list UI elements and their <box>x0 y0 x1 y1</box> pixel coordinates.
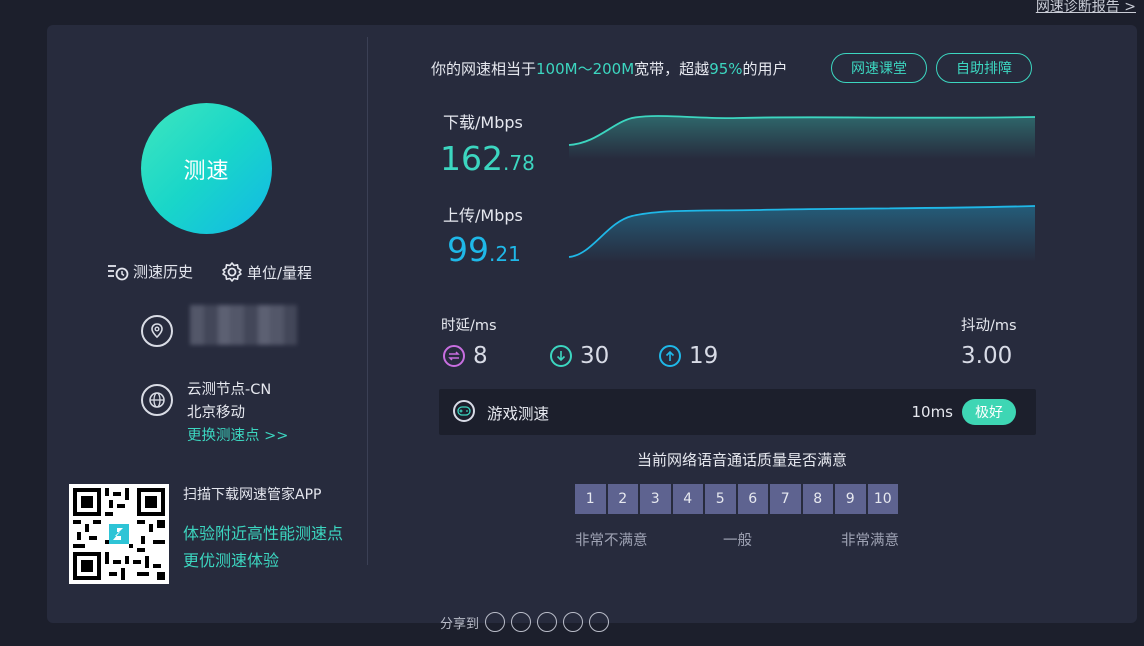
game-quality-badge: 极好 <box>962 399 1016 425</box>
self-troubleshoot-label: 自助排障 <box>956 61 1012 77</box>
rating-button-2[interactable]: 2 <box>607 484 638 514</box>
arrow-up-icon <box>659 345 681 367</box>
qr-benefit-1: 体验附近高性能测速点 <box>183 524 344 543</box>
redacted-ip <box>190 305 297 345</box>
call-quality-question: 当前网络语音通话质量是否满意 <box>637 451 848 469</box>
download-int: 162 <box>440 139 503 178</box>
jitter-label: 抖动/ms <box>961 318 1017 334</box>
download-area <box>569 115 1035 159</box>
ping-value: 8 <box>473 343 488 369</box>
rating-button-1[interactable]: 1 <box>575 484 606 514</box>
share-wechat-icon[interactable] <box>485 612 506 632</box>
location-icon <box>141 315 173 347</box>
speed-course-label: 网速课堂 <box>851 61 907 77</box>
download-chart <box>568 115 1036 159</box>
upload-latency-metric: 19 <box>659 343 718 369</box>
upload-latency-value: 19 <box>689 343 719 369</box>
download-dec: .78 <box>503 151 535 175</box>
latency-label: 时延/ms <box>441 318 497 334</box>
globe-icon <box>141 384 173 416</box>
download-latency-value: 30 <box>580 343 610 369</box>
self-troubleshoot-button[interactable]: 自助排障 <box>936 53 1032 83</box>
unit-range-label: 单位/量程 <box>247 263 313 282</box>
upload-chart <box>568 205 1036 262</box>
jitter-value: 3.00 <box>961 343 1013 369</box>
rating-mid-label: 一般 <box>723 533 752 549</box>
summary-suffix: 的用户 <box>742 60 788 78</box>
qr-benefit-2: 更优测速体验 <box>183 551 280 570</box>
ping-metric: 8 <box>443 343 488 369</box>
summary-range: 100M～200M <box>536 60 635 78</box>
download-label: 下载/Mbps <box>443 113 523 132</box>
test-node-info: 云测节点-CN 北京移动 更换测速点 >> <box>187 379 288 448</box>
summary-prefix: 你的网速相当于 <box>431 60 537 78</box>
share-more-icon[interactable] <box>589 612 610 632</box>
history-label: 测速历史 <box>133 263 194 281</box>
diagnosis-report-link[interactable]: 网速诊断报告 > <box>1036 0 1136 16</box>
game-latency-value: 10ms <box>911 403 953 421</box>
summary-percent: 95% <box>709 60 743 78</box>
node-isp: 北京移动 <box>187 405 245 421</box>
rating-button-8[interactable]: 8 <box>802 484 833 514</box>
upload-label: 上传/Mbps <box>443 206 523 225</box>
upload-value: 99.21 <box>447 230 521 269</box>
history-button[interactable]: 测速历史 <box>107 261 193 282</box>
history-icon <box>108 264 129 280</box>
start-speedtest-button[interactable]: 测速 <box>141 103 272 234</box>
call-quality-rating: 1 2 3 4 5 6 7 8 9 10 <box>575 484 898 514</box>
rating-button-10[interactable]: 10 <box>867 484 898 514</box>
rating-low-label: 非常不满意 <box>575 533 648 549</box>
qr-caption: 扫描下载网速管家APP <box>183 487 322 503</box>
column-divider <box>367 37 368 565</box>
summary-mid: 宽带，超越 <box>634 60 710 78</box>
rating-button-7[interactable]: 7 <box>770 484 801 514</box>
unit-range-button[interactable]: 单位/量程 <box>221 261 312 283</box>
change-node-link[interactable]: 更换测速点 >> <box>187 425 288 448</box>
gear-icon <box>222 262 242 282</box>
arrow-down-icon <box>550 345 572 367</box>
game-speedtest-label: 游戏测速 <box>487 405 550 423</box>
rating-high-label: 非常满意 <box>841 533 899 549</box>
rating-button-9[interactable]: 9 <box>835 484 866 514</box>
share-label: 分享到 <box>440 616 480 632</box>
upload-int: 99 <box>447 230 489 269</box>
speedtest-panel: 测速 测速历史 单位/量程 云测节点-CN 北京移动 更换测速点 >> 扫描下载… <box>47 25 1137 623</box>
rating-button-3[interactable]: 3 <box>640 484 671 514</box>
share-qzone-icon[interactable] <box>537 612 558 632</box>
download-value: 162.78 <box>440 139 535 178</box>
speed-course-button[interactable]: 网速课堂 <box>831 53 927 83</box>
rating-button-4[interactable]: 4 <box>672 484 703 514</box>
qr-benefits: 体验附近高性能测速点 更优测速体验 <box>183 520 343 574</box>
rating-button-5[interactable]: 5 <box>705 484 736 514</box>
game-speedtest-bar[interactable]: 游戏测速 10ms 极好 <box>439 389 1036 435</box>
download-latency-metric: 30 <box>550 343 609 369</box>
share-weibo-icon[interactable] <box>511 612 532 632</box>
gamepad-icon <box>453 400 475 422</box>
node-name: 云测节点-CN <box>187 382 272 398</box>
share-qq-icon[interactable] <box>563 612 584 632</box>
speed-summary: 你的网速相当于100M～200M宽带，超越95%的用户 <box>431 58 788 79</box>
rating-button-6[interactable]: 6 <box>737 484 768 514</box>
app-qr-code <box>69 484 169 584</box>
upload-dec: .21 <box>489 242 521 266</box>
start-speedtest-label: 测速 <box>183 158 230 184</box>
ping-icon <box>443 345 465 367</box>
share-bar: 分享到 <box>440 612 610 632</box>
